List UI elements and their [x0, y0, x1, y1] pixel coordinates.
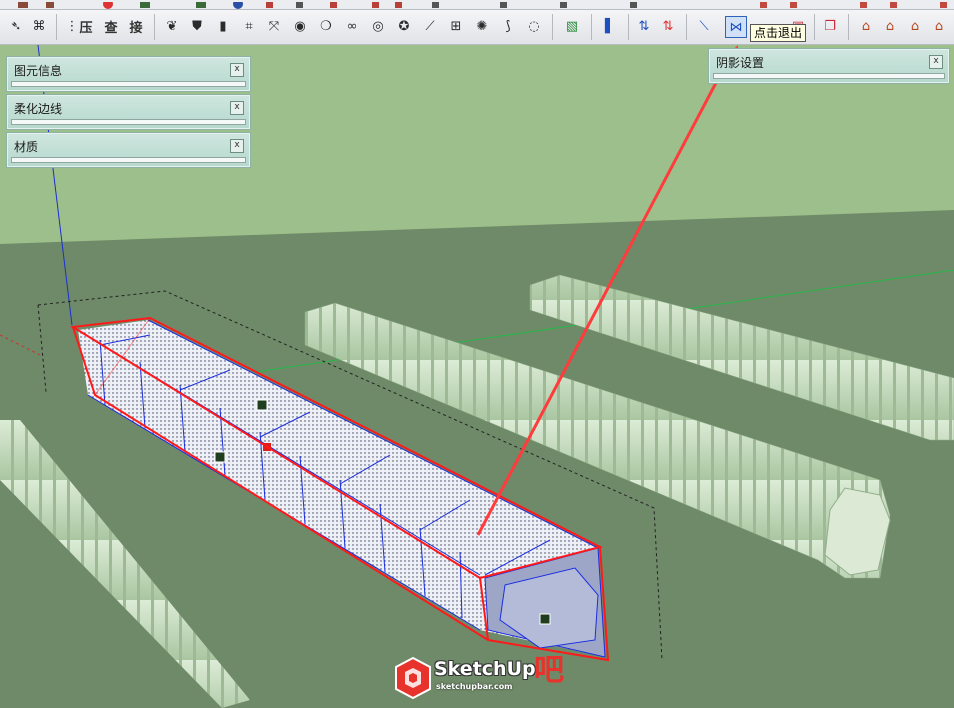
panel-title: 阴影设置	[716, 56, 765, 70]
exit-icon[interactable]: ⋈	[725, 16, 747, 38]
medal-icon[interactable]: ✪	[394, 16, 414, 36]
panel-collapse-bar[interactable]	[11, 119, 246, 125]
sketchup-logo-icon	[395, 656, 431, 700]
check-button[interactable]: 查	[101, 16, 121, 36]
toolbar-separator	[56, 14, 57, 40]
panel-collapse-bar[interactable]	[11, 157, 246, 163]
fan-icon[interactable]: ⌘	[29, 16, 49, 36]
box-icon[interactable]: ▧	[562, 16, 582, 36]
panel-shadow-settings[interactable]: 阴影设置 x	[708, 48, 950, 84]
split-icon[interactable]: ⤧	[264, 16, 284, 36]
connect-icon[interactable]: ⌗	[239, 16, 259, 36]
gear-icon[interactable]: ✺	[472, 16, 492, 36]
toolbar-separator	[591, 14, 592, 40]
component-axis-marker	[214, 451, 226, 463]
logo-brand-text: SketchUp	[434, 658, 536, 680]
component-axis-marker	[256, 399, 268, 411]
spiral-icon[interactable]: ◌	[524, 16, 544, 36]
toolbar-separator	[814, 14, 815, 40]
toolbar-separator	[154, 14, 155, 40]
draw-line-icon[interactable]: ⟍	[694, 16, 714, 36]
exit-tooltip: 点击退出	[750, 24, 807, 42]
toolbar-separator	[686, 14, 687, 40]
panel-soften-edges[interactable]: 柔化边线 x	[6, 94, 251, 130]
flip-red-icon[interactable]: ⇅	[658, 16, 678, 36]
toolbar-separator	[848, 14, 849, 40]
component-axis-marker	[539, 613, 551, 625]
panel-title: 图元信息	[14, 64, 63, 78]
toolbar-main: ➴ ⌘ ⋮ 压 查 接 ❦ ⛊ ▮ ⌗ ⤧ ◉ ❍ ∞ ◎ ✪ ⟋ ⊞ ✺ ⟆ …	[0, 10, 954, 45]
close-icon[interactable]: x	[929, 55, 943, 69]
column-icon[interactable]: ▌	[600, 16, 620, 36]
link-icon[interactable]: ∞	[342, 16, 362, 36]
cylinder-icon[interactable]: ▮	[213, 16, 233, 36]
toolbar-separator	[628, 14, 629, 40]
leaf-icon[interactable]: ➴	[6, 16, 26, 36]
slash-icon[interactable]: ⟋	[420, 16, 440, 36]
stop-icon	[103, 0, 113, 9]
panel-entity-info[interactable]: 图元信息 x	[6, 56, 251, 92]
press-button[interactable]: 压	[76, 16, 96, 36]
house-3-icon[interactable]: ⌂	[905, 16, 925, 36]
flip-vertical-icon[interactable]: ⇅	[634, 16, 654, 36]
panel-collapse-bar[interactable]	[713, 73, 945, 79]
sketchupbar-logo: SketchUp sketchupbar.com 吧	[394, 652, 564, 704]
house-1-icon[interactable]: ⌂	[856, 16, 876, 36]
grid-icon[interactable]: ⊞	[446, 16, 466, 36]
close-icon[interactable]: x	[230, 63, 244, 77]
paste-icon[interactable]: ❐	[820, 16, 840, 36]
logo-url-text: sketchupbar.com	[436, 682, 513, 691]
panel-materials[interactable]: 材质 x	[6, 132, 251, 168]
close-icon[interactable]: x	[230, 101, 244, 115]
panel-title: 柔化边线	[14, 102, 63, 116]
target-icon[interactable]: ◉	[290, 16, 310, 36]
ring-icon[interactable]: ◎	[368, 16, 388, 36]
feather-icon[interactable]: ❦	[162, 16, 182, 36]
shield-icon[interactable]: ⛊	[187, 16, 207, 36]
sketchup-window: ➴ ⌘ ⋮ 压 查 接 ❦ ⛊ ▮ ⌗ ⤧ ◉ ❍ ∞ ◎ ✪ ⟋ ⊞ ✺ ⟆ …	[0, 0, 954, 708]
join-button[interactable]: 接	[126, 16, 146, 36]
panel-title: 材质	[14, 140, 39, 154]
drop-icon[interactable]: ❍	[316, 16, 336, 36]
house-4-icon[interactable]: ⌂	[929, 16, 949, 36]
toolbar-top-strip	[0, 0, 954, 10]
close-icon[interactable]: x	[230, 139, 244, 153]
panel-collapse-bar[interactable]	[11, 81, 246, 87]
curve-icon[interactable]: ⟆	[498, 16, 518, 36]
globe-icon	[233, 0, 243, 9]
logo-ba-text: 吧	[534, 653, 564, 688]
toolbar-separator	[552, 14, 553, 40]
house-2-icon[interactable]: ⌂	[880, 16, 900, 36]
